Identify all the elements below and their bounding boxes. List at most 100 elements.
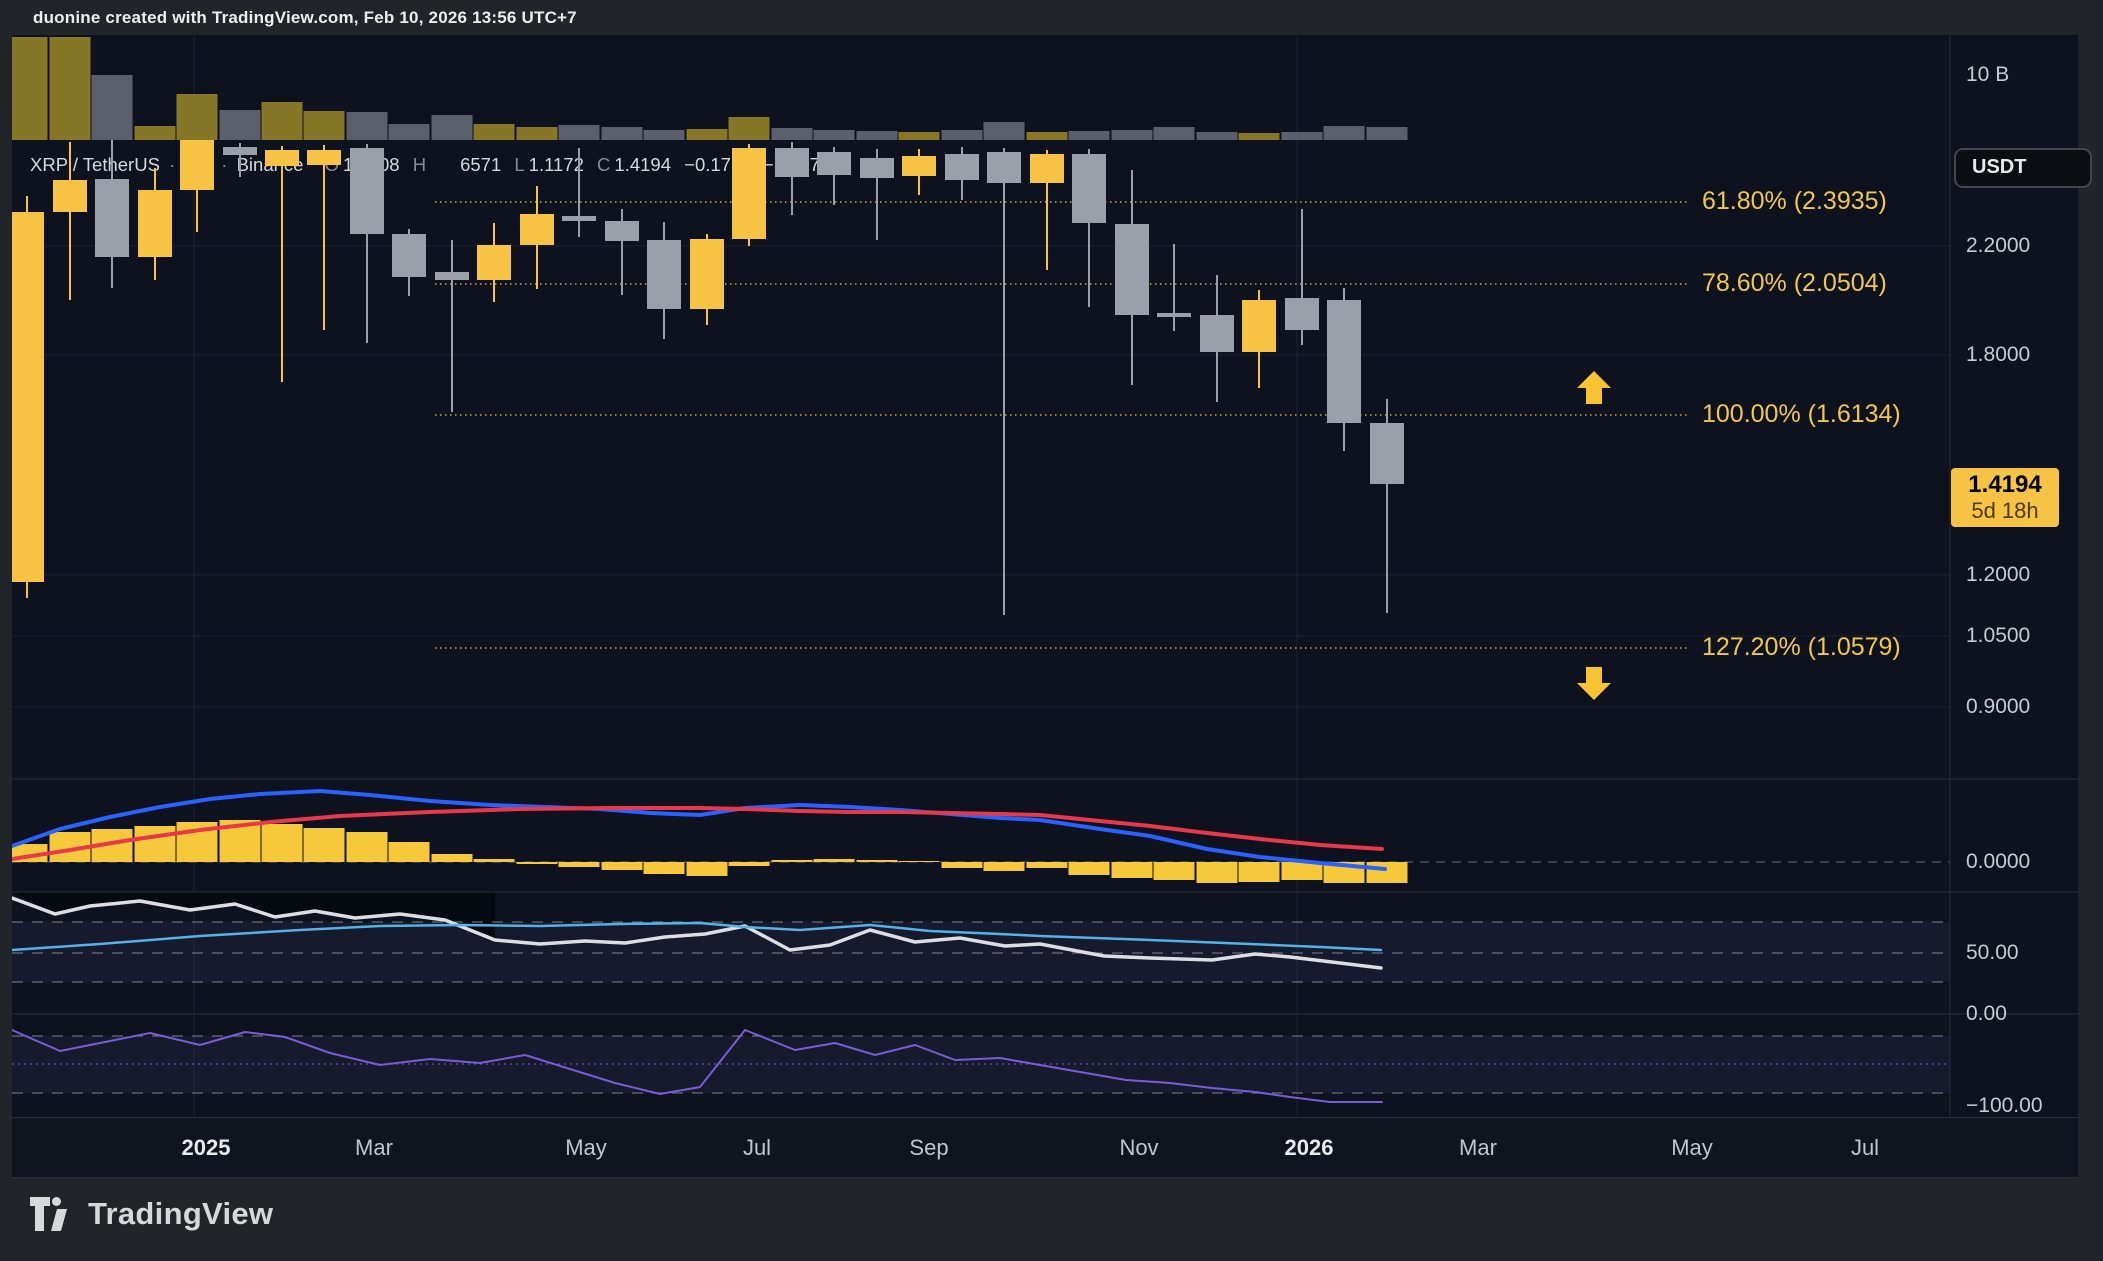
volume-bar [50,37,91,140]
candle-body [12,212,44,582]
volume-bar [814,130,855,140]
price-axis-label: 2.2000 [1966,234,2030,258]
candle-body [1242,300,1276,352]
time-axis-year-label: 2026 [1285,1135,1334,1161]
time-axis-month-label: Mar [355,1135,393,1161]
histogram-bar [729,862,770,866]
candle-body [732,148,766,239]
volume-bar [135,126,176,140]
volume-bar [1154,127,1195,140]
candle-body [1327,300,1361,423]
up-arrow-drawing[interactable] [1577,371,1611,404]
candle-body [1285,298,1319,330]
volume-bar [517,127,558,140]
volume-bar [559,125,600,140]
histogram-bar [1154,862,1195,880]
time-axis-year-label: 2025 [182,1135,231,1161]
histogram-bar [644,862,685,874]
fib-level-label: 61.80% (2.3935) [1702,187,1887,216]
candle-body [1157,313,1191,317]
histogram-bar [517,862,558,864]
histogram-bar [687,862,728,876]
price-axis-label: 0.00 [1966,1002,2007,1026]
volume-bar [729,117,770,140]
candle-body [1030,154,1064,183]
histogram-bar [899,861,940,862]
candle-body [138,190,172,257]
fib-level-label: 127.20% (1.0579) [1702,633,1901,662]
time-axis-month-label: Mar [1459,1135,1497,1161]
volume-bar [857,131,898,140]
volume-bar [942,130,983,140]
time-axis-month-label: Jul [1851,1135,1879,1161]
volume-bar [347,112,388,140]
chart-area[interactable]: XRP / TetherUS · 2W · Binance O1.5908 H6… [12,35,2078,1176]
tradingview-logo-text: TradingView [88,1196,273,1232]
time-axis[interactable]: 2025MarMayJulSepNov2026MarMayJul [12,1117,2078,1178]
price-axis-label: 0.0000 [1966,850,2030,874]
volume-bar [389,124,430,140]
fib-level-label: 78.60% (2.0504) [1702,269,1887,298]
volume-bar [1324,126,1365,140]
last-price-value: 1.4194 [1951,471,2059,498]
volume-bar [220,110,261,140]
price-axis-label: 10 B [1966,63,2009,87]
candle-body [307,150,341,165]
volume-bar [984,122,1025,140]
candle-body [1370,423,1404,484]
price-axis[interactable]: USDT 1.4194 5d 18h 10 B2.20001.80001.200… [1950,35,2078,1176]
tradingview-screenshot: duonine created with TradingView.com, Fe… [0,0,2103,1261]
fib-level-label: 100.00% (1.6134) [1702,400,1901,429]
volume-bar [177,94,218,140]
histogram-bar [135,826,176,862]
candle-body [987,152,1021,183]
currency-toggle-button[interactable]: USDT [1954,148,2092,188]
volume-bar [1112,130,1153,140]
candle-body [223,147,257,155]
candle-body [265,150,299,166]
volume-bar [687,129,728,140]
histogram-bar [1282,862,1323,880]
time-axis-month-label: Jul [743,1135,771,1161]
price-axis-label: 1.0500 [1966,624,2030,648]
candle-body [392,234,426,277]
tradingview-logo[interactable]: TradingView [30,1194,273,1234]
down-arrow-drawing[interactable] [1577,667,1611,700]
volume-bar [1282,132,1323,140]
candle-body [817,152,851,175]
histogram-bar [347,832,388,862]
price-axis-label: 1.2000 [1966,563,2030,587]
volume-bar [602,127,643,140]
candle-body [1200,315,1234,352]
candle-body [1072,154,1106,223]
bar-countdown: 5d 18h [1951,498,2059,523]
candle-body [1115,224,1149,315]
histogram-bar [814,859,855,862]
time-axis-month-label: May [565,1135,607,1161]
attribution-bar: duonine created with TradingView.com, Fe… [0,0,2103,35]
histogram-bar [389,842,430,862]
candle-body [605,221,639,241]
histogram-bar [942,862,983,868]
histogram-bar [262,824,303,862]
candle-body [562,216,596,221]
candlestick-series [12,137,1404,615]
tradingview-logo-icon [30,1197,76,1231]
price-axis-label: 0.9000 [1966,695,2030,719]
volume-bar [304,111,345,140]
price-axis-label: 1.8000 [1966,343,2030,367]
candle-body [95,179,129,257]
volume-bar [1239,133,1280,140]
candle-body [690,239,724,309]
volume-bar [12,37,48,140]
candle-body [520,214,554,245]
histogram-bar [857,860,898,862]
histogram-bar [1367,862,1408,883]
volume-bar [474,124,515,140]
indicator-band [12,1036,1950,1093]
candle-body [945,154,979,180]
volume-bar [432,115,473,140]
histogram-bar [984,862,1025,871]
volume-bar [772,128,813,140]
histogram-bar [602,862,643,870]
